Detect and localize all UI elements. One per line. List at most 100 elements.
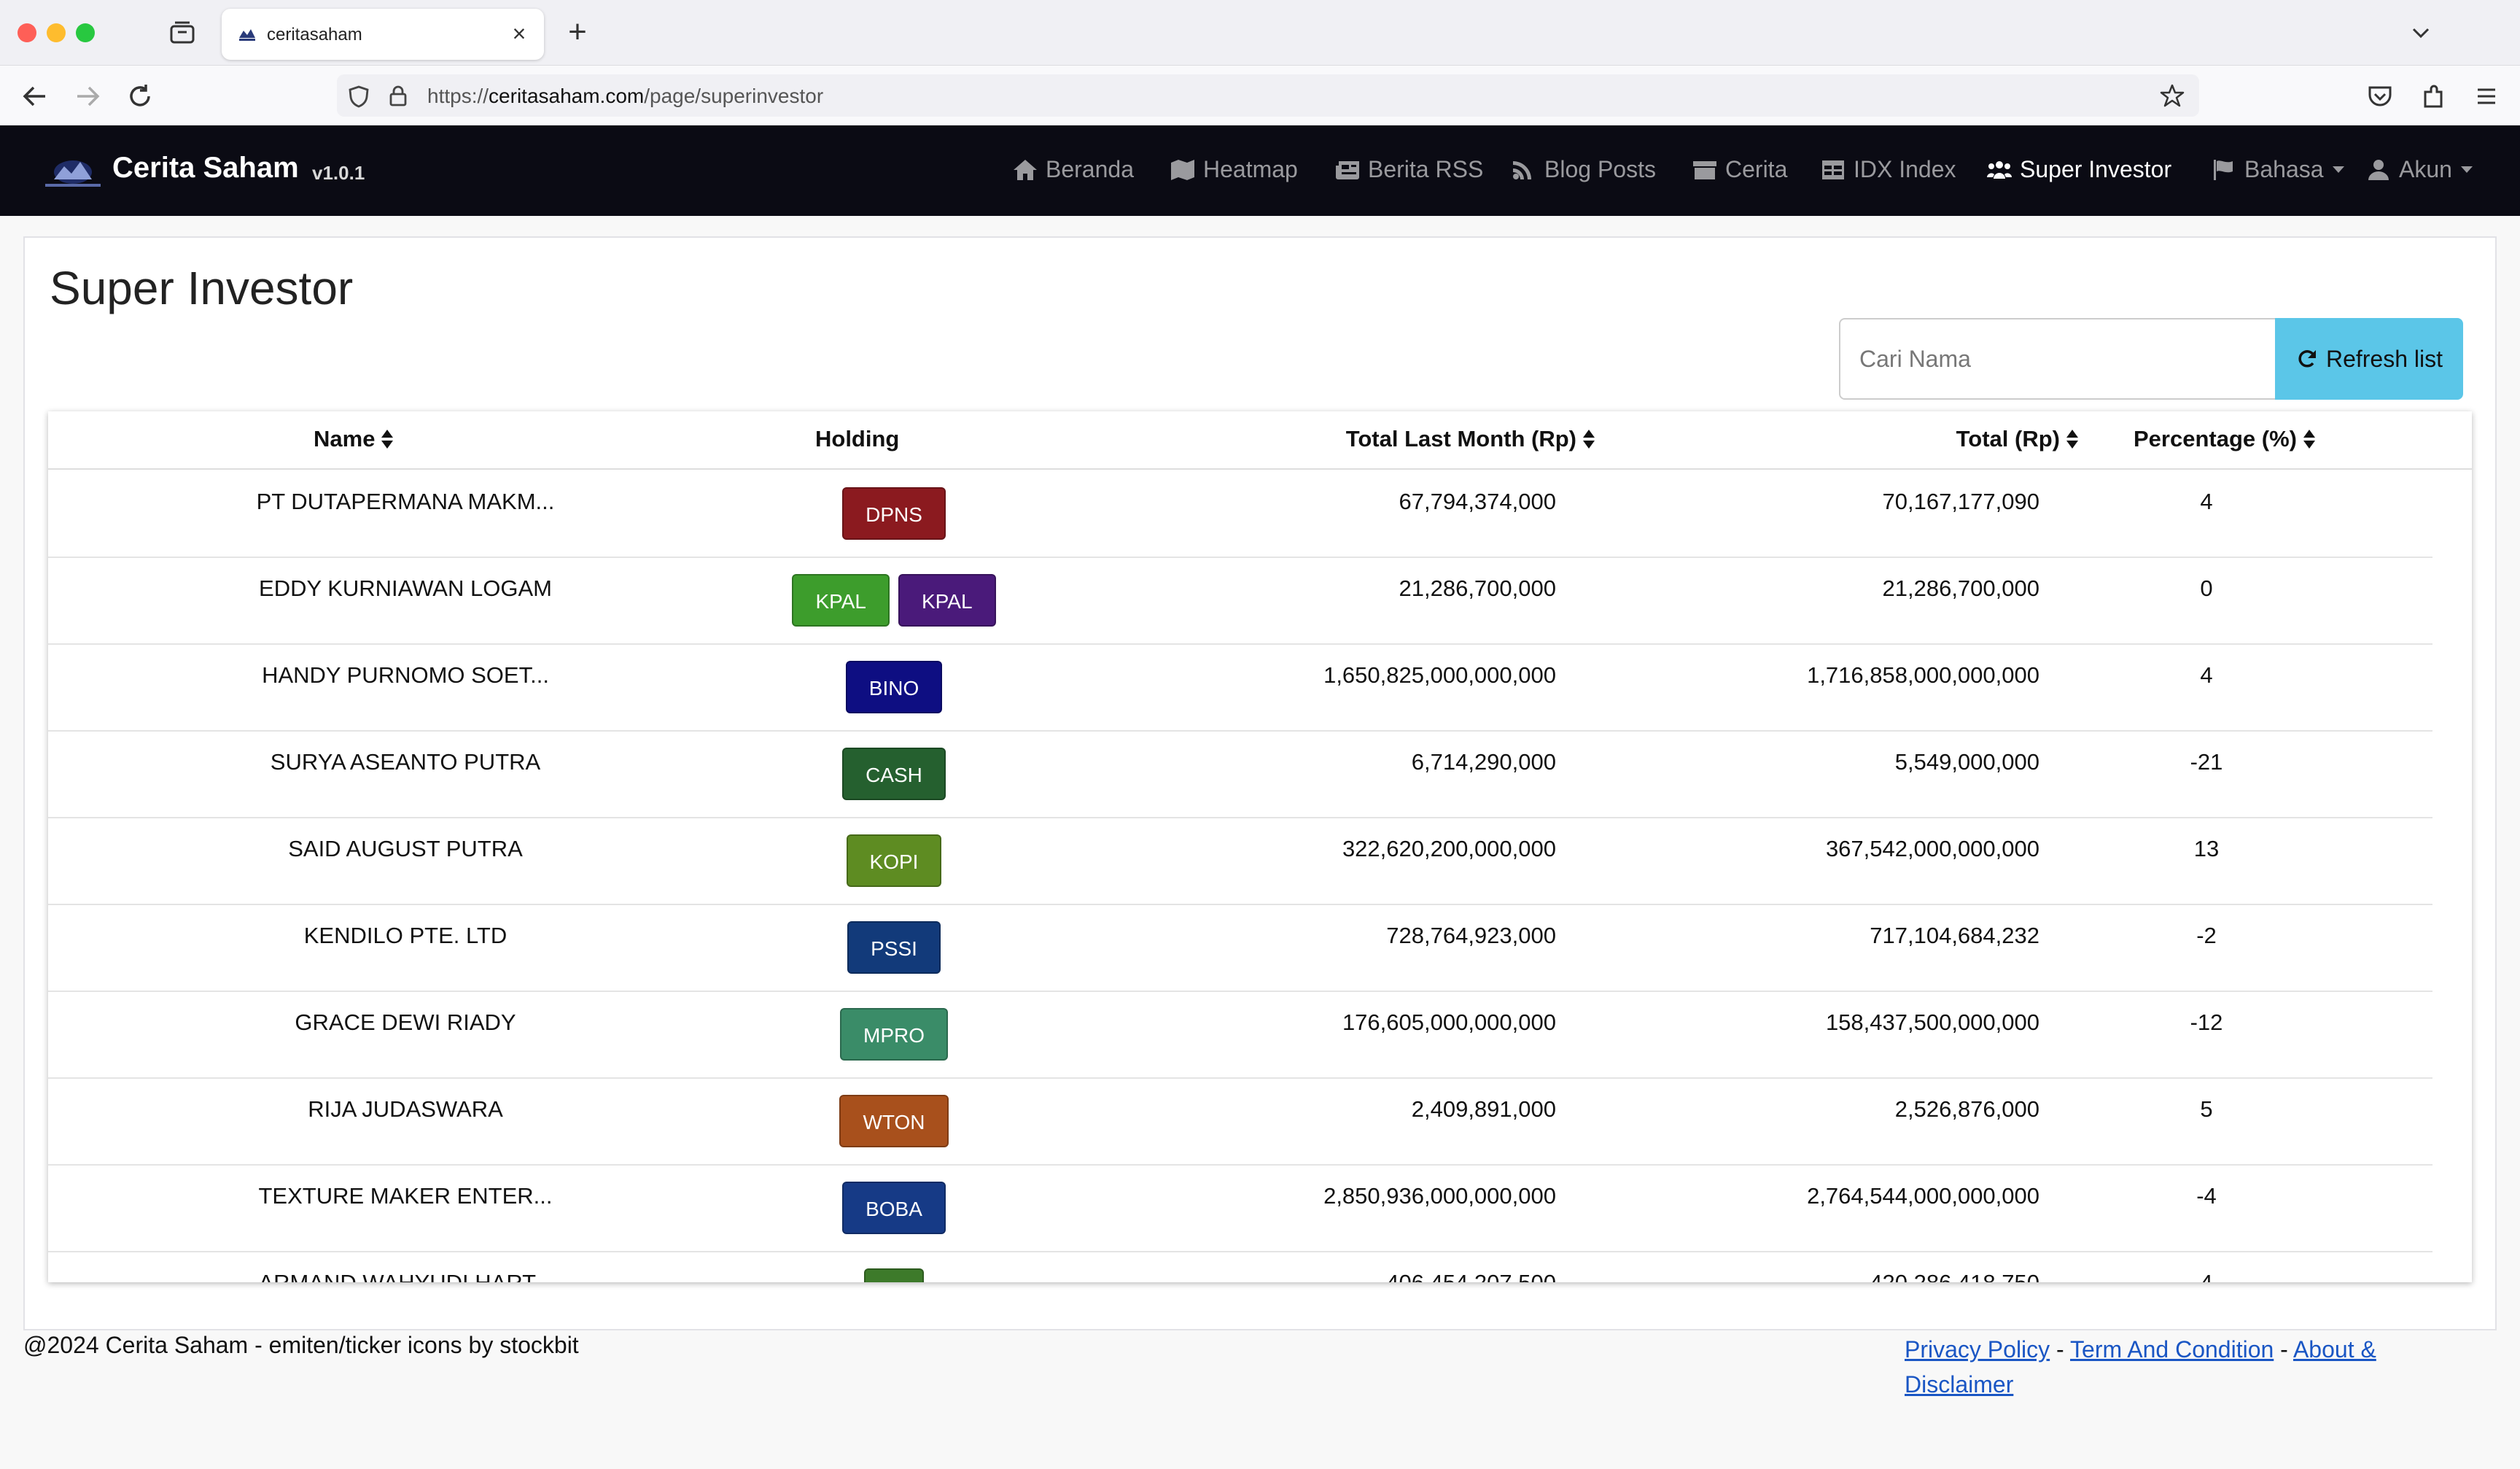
ticker-badge[interactable]: KPAL [792, 574, 890, 627]
nav-cerita[interactable]: Cerita [1692, 156, 1787, 183]
brand-logo-icon[interactable] [39, 150, 106, 193]
nav-akun[interactable]: Akun [2365, 156, 2473, 183]
table-row: GRACE DEWI RIADY MPRO 176,605,000,000,000 1… [48, 992, 2432, 1079]
column-header-percentage[interactable]: Percentage (%) [2134, 426, 2316, 452]
ticker-badge[interactable]: KPAL [898, 574, 996, 627]
percentage-value: -12 [2190, 1009, 2223, 1035]
brand-version: v1.0.1 [312, 162, 365, 184]
ticker-badge[interactable]: MPRO [840, 1008, 948, 1061]
total-last-month-value: 176,605,000,000,000 [1342, 1009, 1556, 1035]
ticker-badge[interactable]: BOBA [842, 1182, 946, 1234]
nav-blog-posts-label: Blog Posts [1544, 156, 1656, 182]
caret-down-icon [2460, 166, 2473, 173]
nav-akun-label: Akun [2399, 156, 2452, 182]
table-header: Name Holding Total Last Month (Rp) Total… [48, 411, 2472, 470]
pocket-icon[interactable] [2365, 82, 2395, 111]
newspaper-icon [1336, 160, 1359, 179]
site-favicon-icon [238, 26, 257, 42]
investor-name: GRACE DEWI RIADY [295, 1009, 516, 1035]
investor-name: EDDY KURNIAWAN LOGAM [259, 575, 552, 601]
total-last-month-value: 2,409,891,000 [1411, 1096, 1556, 1122]
nav-heatmap[interactable]: Heatmap [1170, 156, 1298, 183]
terms-link[interactable]: Term And Condition [2070, 1336, 2274, 1363]
refresh-list-button[interactable]: Refresh list [2275, 318, 2463, 400]
total-value: 158,437,500,000,000 [1825, 1009, 2039, 1035]
nav-beranda[interactable]: Beranda [1012, 156, 1134, 183]
nav-blog-posts[interactable]: Blog Posts [1511, 156, 1656, 183]
bookmark-star-icon[interactable] [2160, 83, 2185, 108]
table-row: SURYA ASEANTO PUTRA CASH 6,714,290,000 5,54… [48, 732, 2432, 818]
search-name-input[interactable] [1839, 318, 2276, 400]
column-header-last-month[interactable]: Total Last Month (Rp) [1346, 426, 1595, 452]
browser-tab[interactable]: ceritasaham × [222, 9, 544, 60]
footer-links: Privacy Policy - Term And Condition - Ab… [1905, 1332, 2459, 1402]
page-title: Super Investor [50, 262, 354, 314]
extensions-icon[interactable] [2419, 82, 2449, 111]
tab-list-icon[interactable] [169, 20, 195, 45]
ticker-badge[interactable]: WTON [839, 1095, 949, 1147]
forward-arrow-icon[interactable] [71, 80, 104, 112]
investor-name: SAID AUGUST PUTRA [288, 836, 523, 861]
reload-icon[interactable] [124, 80, 156, 112]
table-row: KENDILO PTE. LTD PSSI 728,764,923,000 717,1… [48, 905, 2432, 992]
holding-badges: KOPI [704, 834, 1084, 887]
url-text[interactable]: https://ceritasaham.com/page/superinvest… [427, 85, 823, 108]
nav-super-investor[interactable]: Super Investor [1986, 156, 2171, 183]
refresh-list-label: Refresh list [2325, 345, 2443, 372]
total-last-month-value: 406,454,207,500 [1386, 1270, 1556, 1282]
window-close-button[interactable] [18, 23, 36, 42]
ticker-badge[interactable]: BINO [845, 661, 943, 713]
column-header-name[interactable]: Name [314, 426, 394, 452]
total-last-month-value: 322,620,200,000,000 [1342, 836, 1556, 861]
total-last-month-value: 2,850,936,000,000,000 [1323, 1183, 1556, 1209]
total-last-month-value: 6,714,290,000 [1411, 749, 1556, 775]
chevron-down-icon[interactable] [2406, 19, 2435, 48]
investor-name: ARMAND WAHYUDI HART... [77, 1270, 734, 1282]
column-header-total-label: Total (Rp) [1956, 426, 2060, 451]
url-bar[interactable]: https://ceritasaham.com/page/superinvest… [337, 74, 2199, 117]
ticker-badge[interactable] [864, 1268, 924, 1282]
table-row: PT DUTAPERMANA MAKM... DPNS 67,794,374,000… [48, 471, 2432, 558]
tab-close-icon[interactable]: × [506, 20, 532, 47]
ticker-badge[interactable]: CASH [842, 748, 946, 800]
percentage-value: 4 [2163, 1270, 2250, 1282]
menu-icon[interactable] [2472, 82, 2501, 111]
url-scheme: https:// [427, 85, 489, 107]
nav-idx-index-label: IDX Index [1854, 156, 1956, 182]
site-navbar: Cerita Saham v1.0.1 Beranda Heatmap Beri… [0, 125, 2520, 216]
column-header-percentage-label: Percentage (%) [2134, 426, 2297, 451]
lock-icon[interactable] [388, 85, 408, 106]
total-value: 420,286,418,750 [1870, 1270, 2039, 1282]
nav-beranda-label: Beranda [1046, 156, 1134, 182]
investor-table[interactable]: Name Holding Total Last Month (Rp) Total… [48, 411, 2472, 1282]
nav-berita-rss[interactable]: Berita RSS [1334, 156, 1483, 183]
shield-icon[interactable] [347, 85, 370, 108]
user-icon [2368, 159, 2389, 180]
new-tab-icon[interactable]: + [563, 16, 592, 48]
percentage-value: 4 [2200, 489, 2213, 514]
total-value: 21,286,700,000 [1882, 575, 2040, 601]
holding-badges: KPAL KPAL [704, 574, 1084, 627]
total-value: 2,764,544,000,000,000 [1807, 1183, 2039, 1209]
nav-super-investor-label: Super Investor [2020, 156, 2172, 182]
holding-badges: WTON [704, 1095, 1084, 1147]
back-arrow-icon[interactable] [19, 80, 51, 112]
nav-bahasa[interactable]: Bahasa [2211, 156, 2344, 183]
percentage-value: 13 [2193, 836, 2220, 861]
percentage-value: 5 [2200, 1096, 2213, 1122]
holding-badges: DPNS [704, 487, 1084, 540]
window-zoom-button[interactable] [76, 23, 95, 42]
ticker-badge[interactable]: DPNS [842, 487, 946, 540]
column-header-total[interactable]: Total (Rp) [1956, 426, 2079, 452]
table-row: ARMAND WAHYUDI HART... 406,454,207,500 420… [48, 1252, 2432, 1282]
ticker-badge[interactable]: PSSI [847, 921, 941, 974]
total-last-month-value: 67,794,374,000 [1399, 489, 1557, 514]
sort-icon [2066, 430, 2078, 449]
footer-separator: - [2274, 1336, 2293, 1363]
brand-name[interactable]: Cerita Saham [112, 152, 299, 185]
window-minimize-button[interactable] [47, 23, 66, 42]
ticker-badge[interactable]: KOPI [846, 834, 942, 887]
investor-name: KENDILO PTE. LTD [303, 923, 508, 948]
privacy-policy-link[interactable]: Privacy Policy [1905, 1336, 2050, 1363]
nav-idx-index[interactable]: IDX Index [1820, 156, 1956, 183]
